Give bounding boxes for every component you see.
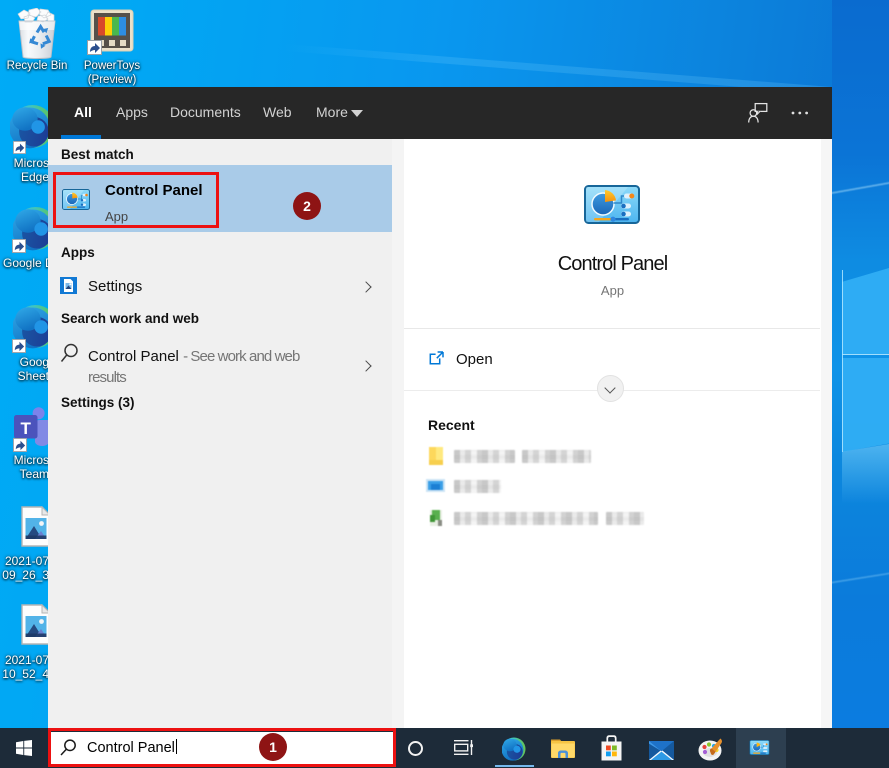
svg-text:T: T: [21, 419, 32, 438]
